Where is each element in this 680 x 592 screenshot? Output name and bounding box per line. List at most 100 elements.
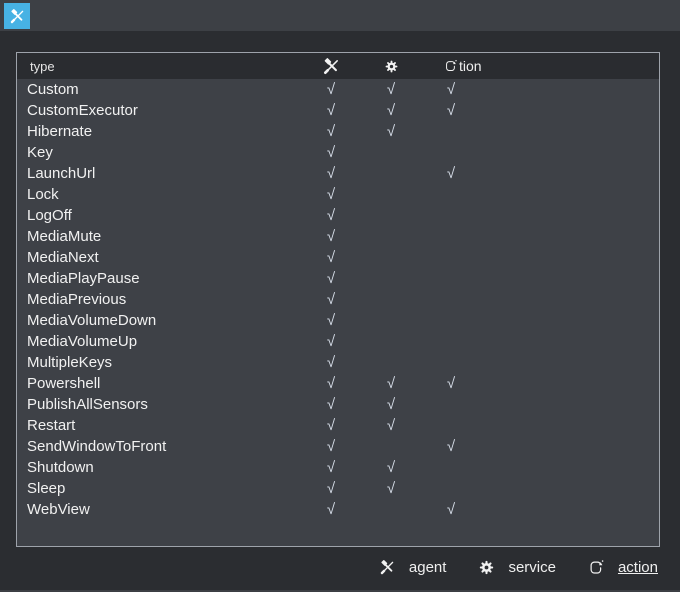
action-checkmark: √: [446, 81, 456, 98]
action-checkmark: [433, 415, 469, 436]
row-type-label: MediaPrevious: [27, 291, 127, 308]
row-type-label: Shutdown: [27, 459, 94, 476]
agent-checkmark: √: [326, 375, 336, 392]
row-type-label: Powershell: [27, 375, 101, 392]
agent-checkmark: √: [326, 501, 336, 518]
actions-table: type tion Custom √ √ √ CustomExecutor √ …: [16, 52, 660, 547]
table-row[interactable]: MediaVolumeUp √: [17, 331, 659, 352]
row-type-label: CustomExecutor: [27, 102, 138, 119]
row-type-label: Lock: [27, 186, 59, 203]
row-type-label: Sleep: [27, 480, 66, 497]
row-type-label: MultipleKeys: [27, 354, 113, 371]
service-checkmark: [373, 226, 409, 247]
table-row[interactable]: MediaNext √: [17, 247, 659, 268]
action-checkmark: √: [446, 438, 456, 455]
table-row[interactable]: WebView √ √: [17, 499, 659, 520]
title-bar: [0, 0, 680, 31]
table-row[interactable]: LaunchUrl √ √: [17, 163, 659, 184]
service-checkmark: √: [386, 480, 396, 497]
column-header-agent[interactable]: [313, 53, 349, 79]
service-checkmark: [373, 163, 409, 184]
tools-icon: [379, 559, 396, 576]
row-type-label: MediaPlayPause: [27, 270, 140, 287]
table-row[interactable]: LogOff √: [17, 205, 659, 226]
action-checkmark: [433, 247, 469, 268]
table-body: Custom √ √ √ CustomExecutor √ √ √ Hibern…: [17, 79, 659, 520]
row-type-label: MediaNext: [27, 249, 99, 266]
column-header-action-label: tion: [459, 58, 482, 74]
service-checkmark: [373, 310, 409, 331]
row-type-label: Restart: [27, 417, 76, 434]
action-checkmark: [433, 205, 469, 226]
table-row[interactable]: MediaVolumeDown √: [17, 310, 659, 331]
action-checkmark: [433, 478, 469, 499]
table-row[interactable]: Sleep √ √: [17, 478, 659, 499]
service-checkmark: [373, 331, 409, 352]
action-checkmark: [433, 184, 469, 205]
table-row[interactable]: Powershell √ √ √: [17, 373, 659, 394]
table-row[interactable]: Hibernate √ √: [17, 121, 659, 142]
service-checkmark: √: [386, 417, 396, 434]
table-row[interactable]: SendWindowToFront √ √: [17, 436, 659, 457]
row-type-label: MediaVolumeDown: [27, 312, 157, 329]
row-type-label: Hibernate: [27, 123, 93, 140]
row-type-label: Key: [27, 144, 53, 161]
column-header-type[interactable]: type: [30, 53, 55, 79]
legend-item-agent: agent: [379, 558, 446, 576]
action-checkmark: √: [446, 165, 456, 182]
agent-checkmark: √: [326, 186, 336, 203]
agent-checkmark: √: [326, 123, 336, 140]
agent-checkmark: √: [326, 480, 336, 497]
service-checkmark: [373, 184, 409, 205]
agent-checkmark: √: [326, 396, 336, 413]
action-checkmark: [433, 457, 469, 478]
action-checkmark: [433, 121, 469, 142]
row-type-label: SendWindowToFront: [27, 438, 167, 455]
action-checkmark: √: [446, 102, 456, 119]
service-checkmark: √: [386, 123, 396, 140]
column-header-service[interactable]: [373, 53, 409, 79]
service-checkmark: √: [386, 375, 396, 392]
tools-icon: [322, 57, 341, 76]
agent-checkmark: √: [326, 459, 336, 476]
action-checkmark: √: [446, 501, 456, 518]
service-checkmark: [373, 352, 409, 373]
service-checkmark: [373, 247, 409, 268]
table-row[interactable]: MediaMute √: [17, 226, 659, 247]
agent-checkmark: √: [326, 291, 336, 308]
service-checkmark: [373, 268, 409, 289]
action-checkmark: [433, 289, 469, 310]
action-checkmark: [433, 394, 469, 415]
legend-label-action-link[interactable]: action: [618, 559, 658, 576]
agent-checkmark: √: [326, 438, 336, 455]
app-logo: [4, 3, 30, 29]
table-row[interactable]: Key √: [17, 142, 659, 163]
table-row[interactable]: CustomExecutor √ √ √: [17, 100, 659, 121]
service-checkmark: √: [386, 396, 396, 413]
legend-item-action[interactable]: action: [588, 559, 658, 576]
service-checkmark: [373, 142, 409, 163]
table-row[interactable]: Restart √ √: [17, 415, 659, 436]
row-type-label: WebView: [27, 501, 90, 518]
table-row[interactable]: Custom √ √ √: [17, 79, 659, 100]
action-icon: [444, 59, 458, 73]
row-type-label: PublishAllSensors: [27, 396, 148, 413]
agent-checkmark: √: [326, 102, 336, 119]
table-row[interactable]: MediaPlayPause √: [17, 268, 659, 289]
table-row[interactable]: Lock √: [17, 184, 659, 205]
row-type-label: LogOff: [27, 207, 72, 224]
column-header-action[interactable]: tion: [433, 53, 513, 79]
agent-checkmark: √: [326, 417, 336, 434]
table-row[interactable]: MediaPrevious √: [17, 289, 659, 310]
table-row[interactable]: MultipleKeys √: [17, 352, 659, 373]
service-checkmark: [373, 205, 409, 226]
agent-checkmark: √: [326, 270, 336, 287]
gear-icon: [478, 559, 495, 576]
service-checkmark: √: [386, 459, 396, 476]
agent-checkmark: √: [326, 228, 336, 245]
table-row[interactable]: PublishAllSensors √ √: [17, 394, 659, 415]
agent-checkmark: √: [326, 165, 336, 182]
legend-label-service: service: [508, 558, 556, 576]
table-row[interactable]: Shutdown √ √: [17, 457, 659, 478]
service-checkmark: [373, 499, 409, 520]
